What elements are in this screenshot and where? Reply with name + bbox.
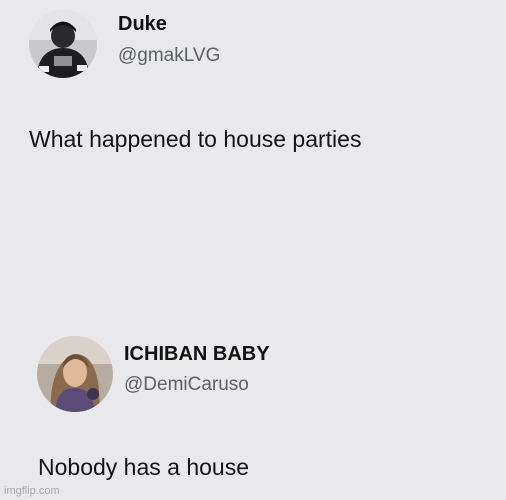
tweet-reply: ICHIBAN BABY @DemiCaruso Nobody has a ho… [0, 325, 506, 500]
tweet-text: Nobody has a house [38, 454, 249, 480]
tweet-text: What happened to house parties [29, 126, 362, 152]
profile-photo-icon[interactable] [29, 10, 97, 78]
display-name[interactable]: Duke [118, 13, 167, 36]
user-handle[interactable]: @DemiCaruso [124, 374, 249, 396]
tweet-original: Duke @gmakLVG What happened to house par… [0, 0, 506, 250]
profile-photo-icon[interactable] [37, 336, 113, 412]
watermark: imgflip.com [4, 485, 60, 497]
display-name[interactable]: ICHIBAN BABY [124, 343, 270, 366]
user-handle[interactable]: @gmakLVG [118, 45, 220, 67]
